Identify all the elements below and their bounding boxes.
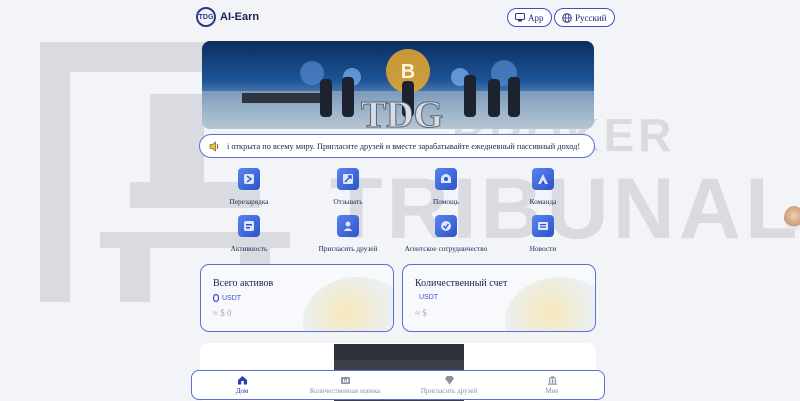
language-button-label: Русский xyxy=(575,12,607,23)
logo-mark-icon: TDG xyxy=(196,7,216,27)
globe-icon xyxy=(562,12,572,23)
app-download-button[interactable]: App xyxy=(507,8,552,27)
banner-tdg-text: TDG xyxy=(361,94,443,129)
menu-item-help[interactable]: Помощь xyxy=(396,168,496,206)
embedded-preview-header xyxy=(334,344,464,360)
hero-banner[interactable]: B TDG xyxy=(202,41,594,129)
total-assets-card[interactable]: Всего активов USDT ≈ $ 0 xyxy=(200,264,394,332)
recharge-icon xyxy=(238,168,260,190)
bottom-navigation: Дом Количественная оценка Пригласить дру… xyxy=(191,370,605,400)
menu-item-invite[interactable]: Пригласить друзей xyxy=(298,215,398,253)
menu-item-news[interactable]: Новости xyxy=(493,215,593,253)
app-name: AI-Earn xyxy=(220,11,260,23)
svg-text:B: B xyxy=(401,61,415,83)
agent-icon xyxy=(435,215,457,237)
nav-label-home: Дом xyxy=(235,387,249,395)
total-assets-unit-label: USDT xyxy=(222,294,242,302)
menu-label: Активность xyxy=(230,244,268,253)
nav-item-quant[interactable]: Количественная оценка xyxy=(295,374,395,395)
chart-icon xyxy=(295,374,395,385)
app-logo[interactable]: TDG AI-Earn xyxy=(196,7,259,27)
language-button[interactable]: Русский xyxy=(554,8,615,27)
menu-item-team[interactable]: Команда xyxy=(493,168,593,206)
speaker-icon xyxy=(209,140,219,152)
nav-item-home[interactable]: Дом xyxy=(192,374,292,395)
menu-item-withdraw[interactable]: Отзывать xyxy=(298,168,398,206)
menu-label: Новости xyxy=(529,244,557,253)
total-assets-unit: USDT xyxy=(213,294,241,302)
quant-account-title: Количественный счет xyxy=(415,278,508,289)
menu-label: Отзывать xyxy=(333,197,363,206)
nav-item-me[interactable]: Мне xyxy=(502,374,602,395)
support-chat-avatar[interactable] xyxy=(784,206,800,230)
card-decoration xyxy=(303,277,393,331)
quant-account-amount: ≈ $ xyxy=(415,308,427,318)
app-button-label: App xyxy=(528,12,544,23)
menu-label: Агентское сотрудничество xyxy=(404,244,488,253)
menu-label: Команда xyxy=(529,197,557,206)
diamond-icon xyxy=(399,374,499,385)
home-icon xyxy=(192,374,292,385)
quant-account-card[interactable]: Количественный счет USDT ≈ $ xyxy=(402,264,596,332)
menu-item-activity[interactable]: Активность xyxy=(199,215,299,253)
announcement-bar[interactable]: і открыта по всему миру. Пригласите друз… xyxy=(199,134,595,158)
help-icon xyxy=(435,168,457,190)
bank-icon xyxy=(502,374,602,385)
menu-item-agent[interactable]: Агентское сотрудничество xyxy=(396,215,496,253)
total-assets-amount: ≈ $ 0 xyxy=(213,308,232,318)
card-decoration xyxy=(505,277,595,331)
usdt-icon xyxy=(213,294,219,302)
nav-label-quant: Количественная оценка xyxy=(309,387,381,395)
monitor-icon xyxy=(515,13,525,22)
news-icon xyxy=(532,215,554,237)
invite-icon xyxy=(337,215,359,237)
nav-label-me: Мне xyxy=(545,387,559,395)
total-assets-title: Всего активов xyxy=(213,278,274,289)
withdraw-icon xyxy=(337,168,359,190)
banner-illustration: B TDG xyxy=(202,49,594,129)
quant-account-unit: USDT xyxy=(419,294,439,301)
menu-label: Пригласить друзей xyxy=(318,244,378,253)
nav-item-invite[interactable]: Пригласить друзей xyxy=(399,374,499,395)
team-icon xyxy=(532,168,554,190)
header: TDG AI-Earn App Русский xyxy=(196,6,615,30)
menu-item-recharge[interactable]: Перезарядка xyxy=(199,168,299,206)
main-page: TDG AI-Earn App Русский B TDG і открыта … xyxy=(191,0,615,401)
menu-label: Перезарядка xyxy=(229,197,269,206)
announcement-text: і открыта по всему миру. Пригласите друз… xyxy=(227,141,581,151)
menu-label: Помощь xyxy=(433,197,459,206)
activity-icon xyxy=(238,215,260,237)
nav-label-invite: Пригласить друзей xyxy=(420,387,478,395)
